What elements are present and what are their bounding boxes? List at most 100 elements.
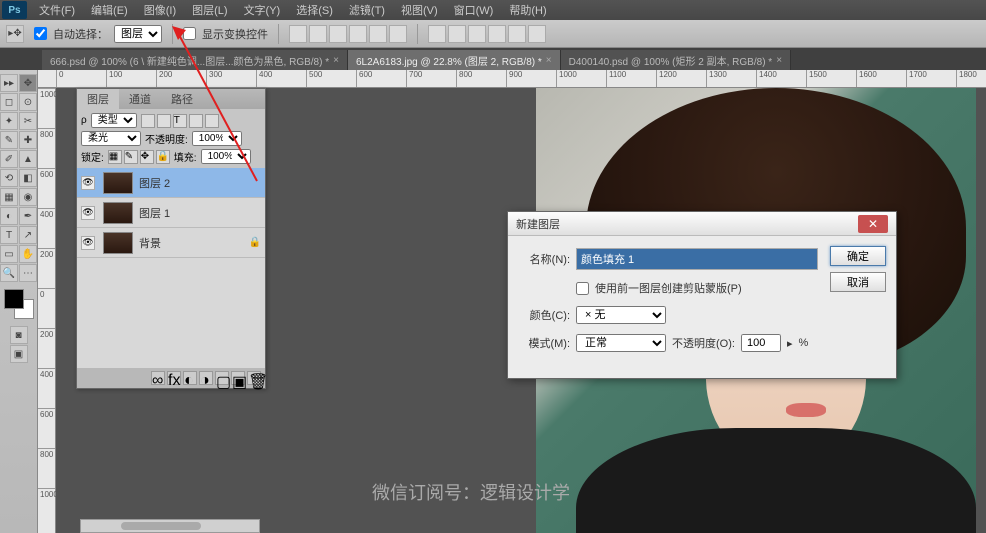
menu-select[interactable]: 选择(S) [288,0,341,20]
lock-all-icon[interactable]: 🔒 [156,150,170,164]
align-icon[interactable] [369,25,387,43]
zoom-tool-icon[interactable]: 🔍 [0,264,18,282]
link-layers-icon[interactable]: ∞ [151,371,165,385]
lasso-tool-icon[interactable]: ⊙ [19,93,37,111]
layer-item[interactable]: 👁 背景 🔒 [77,228,265,258]
stamp-tool-icon[interactable]: ▲ [19,150,37,168]
fill-dropdown[interactable]: 100% [201,149,251,164]
distribute-icon[interactable] [488,25,506,43]
lock-pixels-icon[interactable]: ✎ [124,150,138,164]
align-icon[interactable] [329,25,347,43]
gradient-tool-icon[interactable]: ▦ [0,188,18,206]
type-tool-icon[interactable]: T [0,226,18,244]
layer-item[interactable]: 👁 图层 2 [77,168,265,198]
ok-button[interactable]: 确定 [830,246,886,266]
visibility-icon[interactable]: 👁 [81,236,95,250]
marquee-tool-icon[interactable]: ◻ [0,93,18,111]
color-dropdown[interactable]: × 无 [576,306,666,324]
trash-icon[interactable]: 🗑 [247,371,261,385]
filter-pixel-icon[interactable] [141,114,155,128]
name-input[interactable]: 颜色填充 1 [576,248,818,270]
new-layer-icon[interactable]: ▣ [231,371,245,385]
doc-tab-active[interactable]: 6L2A6183.jpg @ 22.8% (图层 2, RGB/8) *× [348,50,561,70]
dodge-tool-icon[interactable]: ◐ [0,207,18,225]
screenmode-icon[interactable]: ▣ [10,345,28,363]
distribute-icon[interactable] [448,25,466,43]
brush-tool-icon[interactable]: ✐ [0,150,18,168]
adjustment-icon[interactable]: ◑ [199,371,213,385]
shape-tool-icon[interactable]: ▭ [0,245,18,263]
menu-file[interactable]: 文件(F) [31,0,83,20]
menu-help[interactable]: 帮助(H) [501,0,554,20]
close-icon[interactable]: × [776,55,782,66]
tab-icon[interactable]: ▸▸ [0,74,18,92]
extra-tool-icon[interactable]: ⋯ [19,264,37,282]
mask-icon[interactable]: ◐ [183,371,197,385]
menu-layer[interactable]: 图层(L) [184,0,235,20]
menu-filter[interactable]: 滤镜(T) [341,0,393,20]
lock-position-icon[interactable]: ✥ [140,150,154,164]
filter-smart-icon[interactable] [205,114,219,128]
doc-tab[interactable]: 666.psd @ 100% (6 \ 新建纯色调...图层...颜色为黑色, … [42,50,348,70]
menu-window[interactable]: 窗口(W) [446,0,502,20]
close-icon[interactable]: × [546,55,552,66]
panel-tab-paths[interactable]: 路径 [161,89,203,109]
layer-name: 图层 1 [139,205,261,221]
blend-mode-dropdown[interactable]: 柔光 [81,131,141,146]
align-icon[interactable] [289,25,307,43]
blur-tool-icon[interactable]: ◉ [19,188,37,206]
group-icon[interactable]: ▢ [215,371,229,385]
layer-item[interactable]: 👁 图层 1 [77,198,265,228]
opacity-dropdown[interactable]: 100% [192,131,242,146]
eyedropper-tool-icon[interactable]: ✎ [0,131,18,149]
align-icon[interactable] [309,25,327,43]
visibility-icon[interactable]: 👁 [81,176,95,190]
fg-color-swatch[interactable] [4,289,24,309]
distribute-icon[interactable] [468,25,486,43]
crop-tool-icon[interactable]: ✂ [19,112,37,130]
filter-shape-icon[interactable] [189,114,203,128]
layer-filter-dropdown[interactable]: 类型 [91,113,137,128]
cancel-button[interactable]: 取消 [830,272,886,292]
pen-tool-icon[interactable]: ✒ [19,207,37,225]
visibility-icon[interactable]: 👁 [81,206,95,220]
close-icon[interactable]: × [333,55,339,66]
doc-tab[interactable]: D400140.psd @ 100% (矩形 2 副本, RGB/8) *× [561,50,791,70]
menu-image[interactable]: 图像(I) [136,0,184,20]
color-swatches[interactable] [4,289,34,319]
distribute-icon[interactable] [428,25,446,43]
align-icon[interactable] [349,25,367,43]
menu-edit[interactable]: 编辑(E) [83,0,136,20]
wand-tool-icon[interactable]: ✦ [0,112,18,130]
fx-icon[interactable]: fx [167,371,181,385]
filter-adjustment-icon[interactable] [157,114,171,128]
path-tool-icon[interactable]: ↗ [19,226,37,244]
quickmask-icon[interactable]: ◙ [10,326,28,344]
opacity-input[interactable] [741,334,781,352]
layer-thumbnail [103,172,133,194]
scrollbar-horizontal[interactable] [80,519,260,533]
close-button[interactable]: ✕ [858,215,888,233]
show-controls-checkbox[interactable] [183,27,196,40]
distribute-icon[interactable] [508,25,526,43]
hand-tool-icon[interactable]: ✋ [19,245,37,263]
opacity-unit: % [798,337,808,349]
move-tool-icon[interactable]: ✥ [19,74,37,92]
menu-type[interactable]: 文字(Y) [236,0,289,20]
history-tool-icon[interactable]: ⟲ [0,169,18,187]
filter-type-icon[interactable]: T [173,114,187,128]
menu-view[interactable]: 视图(V) [393,0,446,20]
eraser-tool-icon[interactable]: ◧ [19,169,37,187]
heal-tool-icon[interactable]: ✚ [19,131,37,149]
distribute-icon[interactable] [528,25,546,43]
auto-select-dropdown[interactable]: 图层 [114,25,162,43]
panel-tab-channels[interactable]: 通道 [119,89,161,109]
clip-mask-checkbox[interactable] [576,282,589,295]
panel-tab-layers[interactable]: 图层 [77,89,119,109]
mode-dropdown[interactable]: 正常 [576,334,666,352]
lock-transparent-icon[interactable]: ▦ [108,150,122,164]
align-icon[interactable] [389,25,407,43]
opacity-label: 不透明度(O): [672,335,735,351]
auto-select-checkbox[interactable] [34,27,47,40]
move-tool-icon[interactable]: ▸✥ [6,25,24,43]
